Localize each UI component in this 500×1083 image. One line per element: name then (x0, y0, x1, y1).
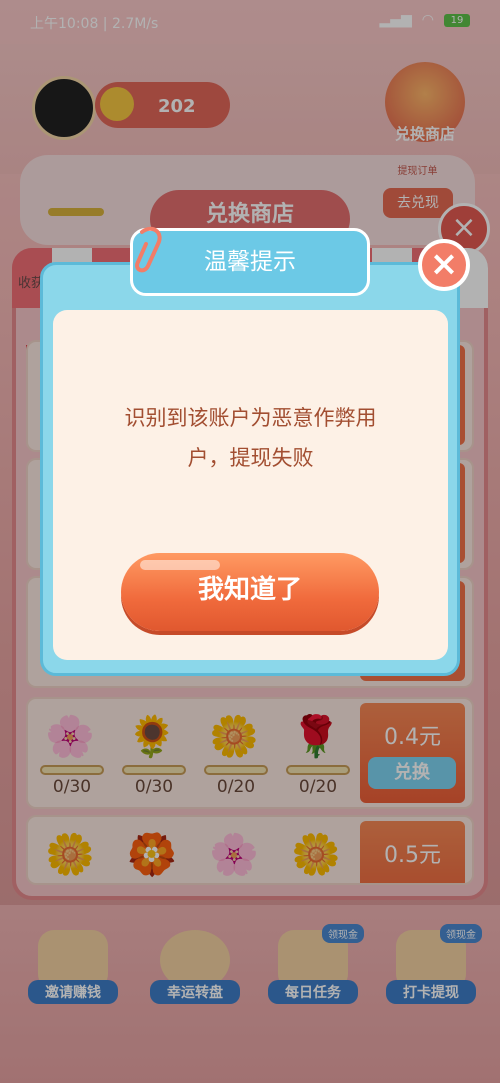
dialog-message: 识别到该账户为恶意作弊用 户，提现失败 (78, 398, 423, 478)
dialog-close-button[interactable]: × (418, 239, 470, 291)
dialog-message-line: 识别到该账户为恶意作弊用 (124, 406, 377, 430)
dialog-title: 温馨提示 (130, 228, 370, 296)
button-shine (140, 560, 220, 570)
dialog-message-line: 户，提现失败 (187, 446, 314, 470)
paperclip-icon (135, 226, 162, 273)
